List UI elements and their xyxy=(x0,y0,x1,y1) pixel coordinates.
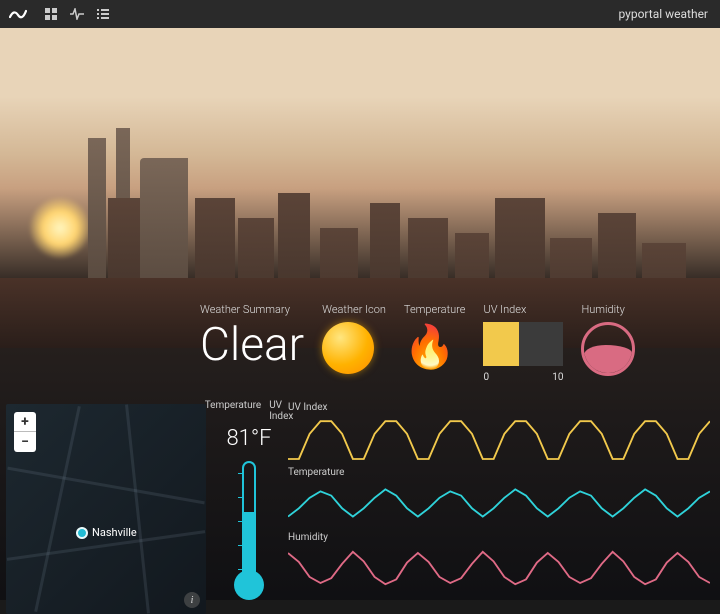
uv-min: 0 xyxy=(483,372,489,383)
sun-icon xyxy=(322,322,374,374)
map-zoom-controls: + − xyxy=(14,412,36,452)
app-logo xyxy=(8,4,28,24)
map-panel[interactable]: + − Nashville i xyxy=(6,404,206,614)
uv-label: UV Index xyxy=(483,303,563,316)
page-title: pyportal weather xyxy=(618,7,712,21)
sparklines-panel: UV Index Temperature Humidity xyxy=(288,402,710,600)
uv-max: 10 xyxy=(552,372,563,383)
top-toolbar: pyportal weather xyxy=(0,0,720,28)
uv-sparkline: UV Index xyxy=(288,402,710,461)
summary-label: Weather Summary xyxy=(200,303,304,316)
weather-summary-widget: Weather Summary Clear xyxy=(200,303,304,368)
readouts-panel: Temperature UV Index 81°F xyxy=(214,400,284,600)
pin-icon xyxy=(76,527,88,539)
grid-view-button[interactable] xyxy=(40,4,62,24)
hum-spark-label: Humidity xyxy=(288,532,710,543)
temp-chart xyxy=(288,480,710,526)
zoom-in-button[interactable]: + xyxy=(14,412,36,432)
uv-spark-label: UV Index xyxy=(288,402,710,413)
summary-value: Clear xyxy=(200,322,304,368)
fire-icon: 🔥 xyxy=(404,322,466,374)
uv-widget: UV Index 0 10 xyxy=(483,303,563,383)
temperature-value: 81°F xyxy=(226,426,271,451)
humidity-ring xyxy=(581,322,635,376)
hum-sparkline: Humidity xyxy=(288,532,710,591)
thermometer-icon xyxy=(234,461,264,600)
zoom-out-button[interactable]: − xyxy=(14,432,36,452)
humidity-widget: Humidity xyxy=(581,303,635,376)
map-city-label: Nashville xyxy=(92,526,137,539)
humidity-label: Humidity xyxy=(581,303,635,316)
weather-icon-widget: Weather Icon xyxy=(322,303,386,374)
temp-sparkline: Temperature xyxy=(288,467,710,526)
temperature-label: Temperature xyxy=(404,303,466,316)
readout-temp-label: Temperature xyxy=(205,400,262,422)
uv-bar xyxy=(483,322,563,366)
map-info-button[interactable]: i xyxy=(184,592,200,608)
temperature-icon-widget: Temperature 🔥 xyxy=(404,303,466,374)
map-marker[interactable]: Nashville xyxy=(76,526,137,539)
pulse-view-button[interactable] xyxy=(66,4,88,24)
icon-label: Weather Icon xyxy=(322,303,386,316)
temp-spark-label: Temperature xyxy=(288,467,710,478)
list-view-button[interactable] xyxy=(92,4,114,24)
uv-chart xyxy=(288,415,710,461)
hum-chart xyxy=(288,545,710,591)
